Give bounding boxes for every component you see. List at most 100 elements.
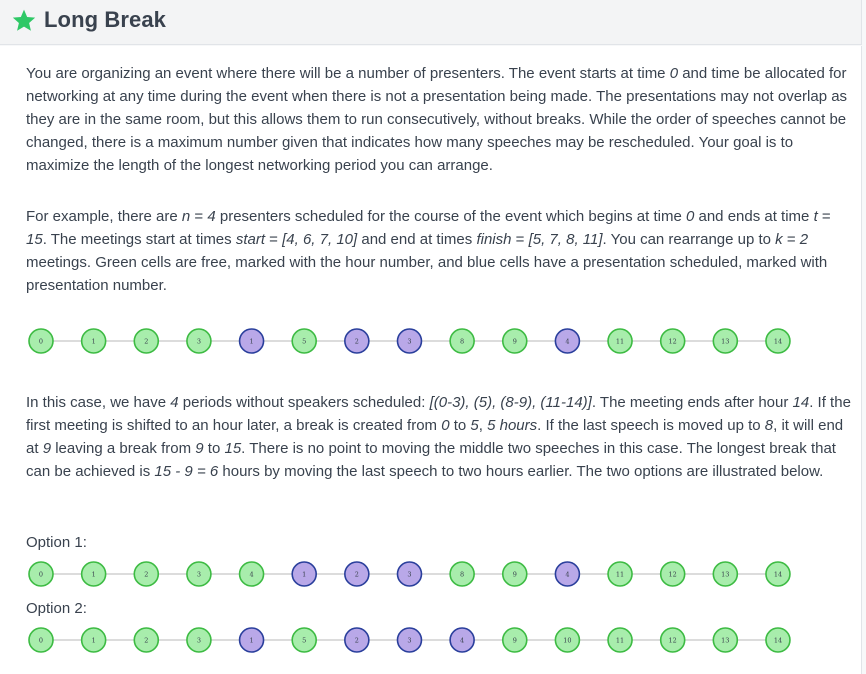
italic-term: 5 hours xyxy=(487,417,538,434)
free-hour-node: 5 xyxy=(291,627,318,653)
presentation-node: 1 xyxy=(291,561,318,587)
presentation-node: 2 xyxy=(344,328,370,354)
node-label: 0 xyxy=(39,337,43,345)
node-label: 8 xyxy=(460,570,464,578)
node-label: 2 xyxy=(144,337,148,345)
free-hour-node: 3 xyxy=(186,328,212,354)
italic-term: 8 xyxy=(764,417,774,434)
node-label: 9 xyxy=(513,570,517,578)
node-label: 3 xyxy=(197,636,201,644)
option-2-label: Option 2: xyxy=(26,600,87,617)
free-hour-node: 12 xyxy=(659,328,686,354)
free-hour-node: 14 xyxy=(765,627,791,653)
free-hour-node: 13 xyxy=(712,328,739,354)
node-label: 14 xyxy=(774,337,782,345)
free-hour-node: 9 xyxy=(501,627,528,653)
free-hour-node: 9 xyxy=(501,561,528,587)
schedule-original: 0 1 2 3 1 5 2 3 8 9 4 11 12 13 14 xyxy=(28,328,791,354)
free-hour-node: 10 xyxy=(554,627,581,653)
italic-term: 4 xyxy=(207,208,216,225)
presentation-node: 2 xyxy=(344,627,370,653)
free-hour-node: 1 xyxy=(80,627,107,653)
free-hour-node: 12 xyxy=(659,627,686,653)
italic-term: finish xyxy=(476,231,512,248)
presentation-node: 1 xyxy=(238,627,265,653)
node-label: 12 xyxy=(669,337,677,345)
node-label: 11 xyxy=(616,570,624,578)
node-label: 5 xyxy=(302,636,306,644)
free-hour-node: 2 xyxy=(133,328,160,354)
node-label: 12 xyxy=(669,636,677,644)
node-label: 13 xyxy=(721,636,729,644)
free-hour-node: 8 xyxy=(449,328,475,354)
node-label: 1 xyxy=(302,570,306,578)
free-hour-node: 1 xyxy=(80,561,107,587)
free-hour-node: 12 xyxy=(659,561,686,587)
node-label: 4 xyxy=(249,570,253,578)
italic-term: [4, 6, 7, 10] xyxy=(282,231,358,248)
node-label: 4 xyxy=(460,636,464,644)
node-label: 3 xyxy=(197,570,201,578)
option-1-label: Option 1: xyxy=(26,534,87,551)
italic-term: t xyxy=(813,208,818,225)
free-hour-node: 0 xyxy=(28,627,54,653)
intro-paragraph: You are organizing an event where there … xyxy=(26,65,848,174)
italic-term: [(0-3), (5), (8-9), (11-14)] xyxy=(429,394,592,411)
free-hour-node: 4 xyxy=(238,561,265,587)
free-hour-node: 14 xyxy=(765,328,791,354)
node-label: 9 xyxy=(513,636,517,644)
node-label: 2 xyxy=(355,636,359,644)
node-label: 5 xyxy=(302,337,306,345)
free-hour-node: 11 xyxy=(607,627,633,653)
node-label: 13 xyxy=(721,570,729,578)
node-label: 14 xyxy=(774,570,782,578)
node-label: 2 xyxy=(355,337,359,345)
node-label: 2 xyxy=(144,636,148,644)
node-label: 0 xyxy=(39,636,43,644)
node-label: 4 xyxy=(565,337,569,345)
node-label: 2 xyxy=(144,570,148,578)
free-hour-node: 2 xyxy=(133,561,160,587)
free-hour-node: 5 xyxy=(291,328,318,354)
node-label: 3 xyxy=(407,337,411,345)
node-label: 3 xyxy=(407,636,411,644)
explanation-paragraph: In this case, we have 4 periods without … xyxy=(26,394,851,480)
free-hour-node: 0 xyxy=(28,561,54,587)
italic-term: 9 xyxy=(42,440,52,457)
italic-term: 2 xyxy=(799,231,809,248)
italic-term: 15 - 9 = 6 xyxy=(154,463,219,480)
presentation-node: 4 xyxy=(554,561,581,587)
italic-term: 9 xyxy=(195,440,204,457)
node-label: 11 xyxy=(616,636,624,644)
free-hour-node: 9 xyxy=(501,328,528,354)
free-hour-node: 8 xyxy=(449,561,475,587)
free-hour-node: 1 xyxy=(80,328,107,354)
presentation-node: 4 xyxy=(449,627,475,653)
presentation-node: 3 xyxy=(396,627,423,653)
italic-term: [5, 7, 8, 11] xyxy=(528,231,603,248)
italic-term: 14 xyxy=(792,394,810,411)
italic-term: 15 xyxy=(26,231,43,248)
node-label: 1 xyxy=(92,636,96,644)
free-hour-node: 14 xyxy=(765,561,791,587)
schedule-option-1: 0 1 2 3 4 1 2 3 8 9 4 11 12 13 14 xyxy=(28,561,791,587)
free-hour-node: 2 xyxy=(133,627,160,653)
node-label: 3 xyxy=(197,337,201,345)
presentation-node: 3 xyxy=(396,561,423,587)
node-label: 9 xyxy=(513,337,517,345)
page-title: Long Break xyxy=(44,7,167,32)
free-hour-node: 3 xyxy=(186,627,212,653)
challenge-header: Long Break xyxy=(0,0,862,45)
node-label: 4 xyxy=(565,570,569,578)
presentation-node: 1 xyxy=(238,328,265,354)
italic-term: k xyxy=(775,231,783,248)
free-hour-node: 11 xyxy=(607,561,633,587)
star-shape xyxy=(12,9,36,31)
example-paragraph: For example, there are n = 4 presenters … xyxy=(26,208,831,294)
node-label: 11 xyxy=(616,337,624,345)
schedule-option-2: 0 1 2 3 1 5 2 3 4 9 10 11 12 13 14 xyxy=(28,627,791,653)
node-label: 14 xyxy=(774,636,782,644)
node-label: 1 xyxy=(249,636,253,644)
node-label: 8 xyxy=(460,337,464,345)
node-label: 3 xyxy=(407,570,411,578)
